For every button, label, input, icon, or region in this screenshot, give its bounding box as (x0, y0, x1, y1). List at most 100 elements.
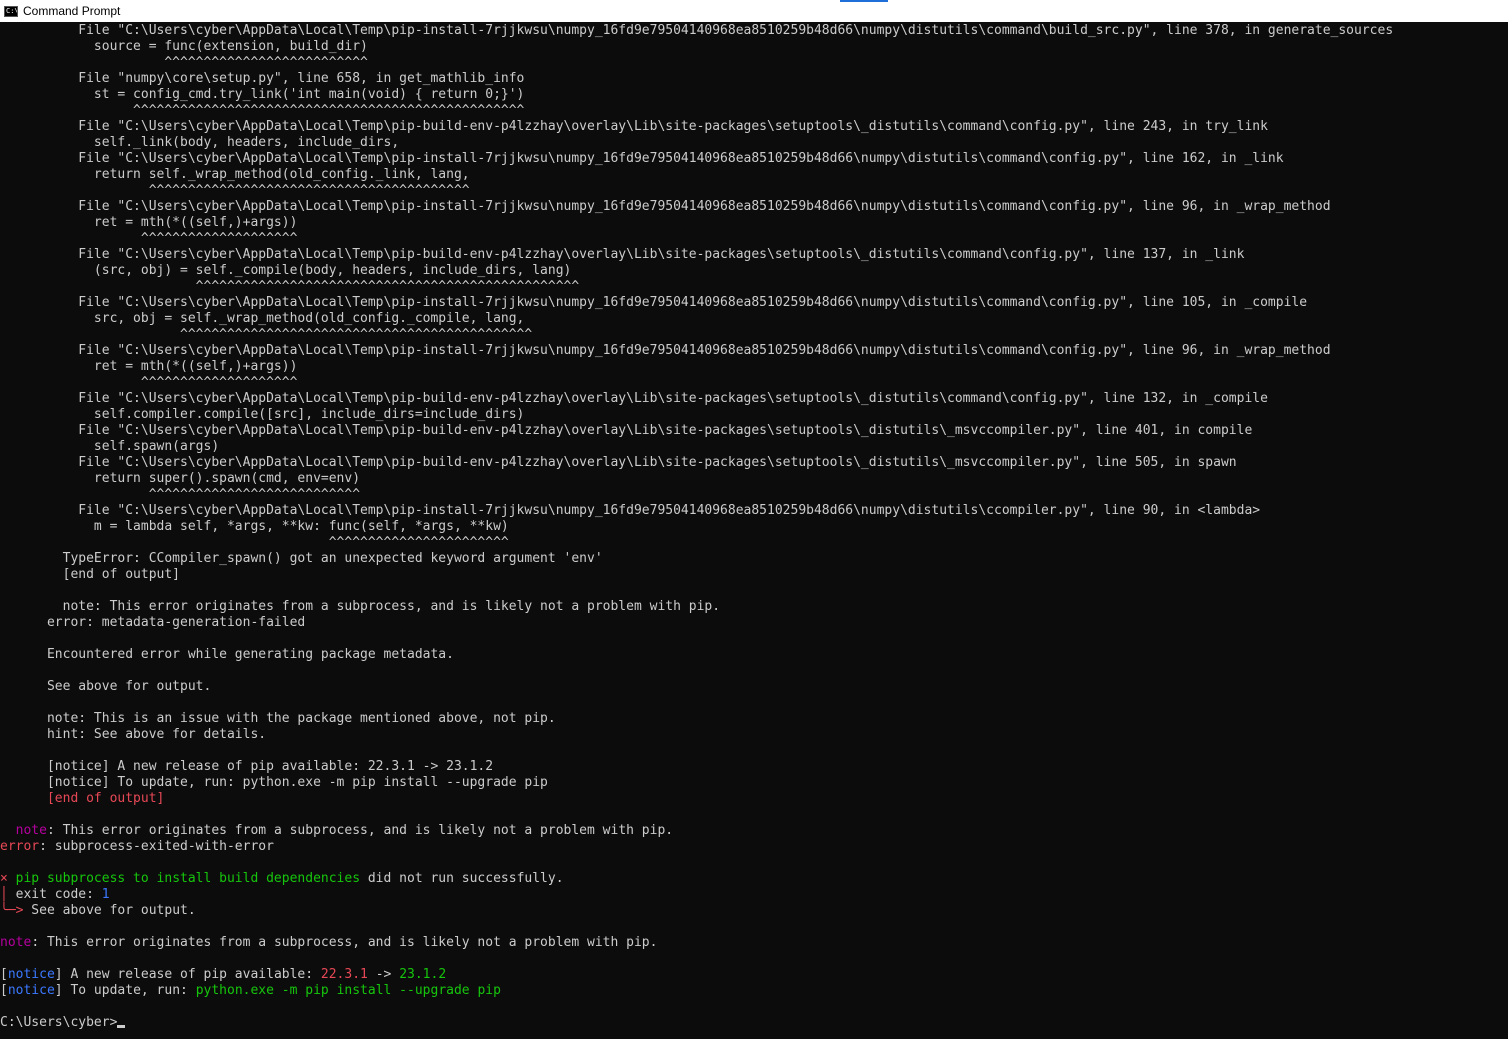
console-text: exit code: (7, 887, 102, 902)
console-text: error: metadata-generation-failed (0, 615, 306, 630)
console-line: File "C:\Users\cyber\AppData\Local\Temp\… (0, 455, 1508, 471)
console-line: ^^^^^^^^^^^^^^^^^^^^^^^^^^^^^^^^^^^^^^^^… (0, 327, 1508, 343)
console-line: src, obj = self._wrap_method(old_config.… (0, 311, 1508, 327)
console-line: File "C:\Users\cyber\AppData\Local\Temp\… (0, 391, 1508, 407)
console-line: ret = mth(*((self,)+args)) (0, 359, 1508, 375)
console-line: ^^^^^^^^^^^^^^^^^^^^^^^^^^^ (0, 487, 1508, 503)
console-text: notice (7, 983, 55, 998)
console-line: ^^^^^^^^^^^^^^^^^^^^ (0, 375, 1508, 391)
console-line: st = config_cmd.try_link('int main(void)… (0, 87, 1508, 103)
console-text: : subprocess-exited-with-error (39, 839, 274, 854)
console-line: self.spawn(args) (0, 439, 1508, 455)
console-line: File "C:\Users\cyber\AppData\Local\Temp\… (0, 23, 1508, 39)
console-text: st = config_cmd.try_link('int main(void)… (0, 87, 525, 102)
console-text: return self._wrap_method(old_config._lin… (0, 167, 470, 182)
console-text: note (0, 935, 32, 950)
console-text: File "C:\Users\cyber\AppData\Local\Temp\… (0, 247, 1245, 262)
console-text: [notice] To update, run: python.exe -m p… (0, 775, 548, 790)
console-text: │ (0, 887, 8, 902)
title-bar[interactable]: C:\ Command Prompt (0, 0, 1508, 22)
console-line: (src, obj) = self._compile(body, headers… (0, 263, 1508, 279)
console-line: note: This is an issue with the package … (0, 711, 1508, 727)
console-text: ^^^^^^^^^^^^^^^^^^^^ (0, 231, 298, 246)
console-text: File "C:\Users\cyber\AppData\Local\Temp\… (0, 199, 1331, 214)
console-text: File "C:\Users\cyber\AppData\Local\Temp\… (0, 343, 1331, 358)
console-line: ^^^^^^^^^^^^^^^^^^^^^^^^^^^^^^^^^^^^^^^^… (0, 103, 1508, 119)
console-line: error: metadata-generation-failed (0, 615, 1508, 631)
scrollbar-thumb[interactable] (840, 0, 888, 2)
console-line: Encountered error while generating packa… (0, 647, 1508, 663)
console-line: return super().spawn(cmd, env=env) (0, 471, 1508, 487)
console-text: See above for output. (23, 903, 196, 918)
console-line: note: This error originates from a subpr… (0, 823, 1508, 839)
console-text: : This error originates from a subproces… (31, 935, 658, 950)
console-text: self.compiler.compile([src], include_dir… (0, 407, 525, 422)
console-line: × pip subprocess to install build depend… (0, 871, 1508, 887)
console-text: File "C:\Users\cyber\AppData\Local\Temp\… (0, 423, 1253, 438)
console-line: File "C:\Users\cyber\AppData\Local\Temp\… (0, 295, 1508, 311)
cmd-icon: C:\ (4, 5, 18, 17)
console-line: File "C:\Users\cyber\AppData\Local\Temp\… (0, 503, 1508, 519)
console-text: File "C:\Users\cyber\AppData\Local\Temp\… (0, 503, 1261, 518)
console-output[interactable]: File "C:\Users\cyber\AppData\Local\Temp\… (0, 23, 1508, 1039)
console-line: self._link(body, headers, include_dirs, (0, 135, 1508, 151)
console-text: Encountered error while generating packa… (0, 647, 454, 662)
console-line: return self._wrap_method(old_config._lin… (0, 167, 1508, 183)
console-line: File "C:\Users\cyber\AppData\Local\Temp\… (0, 247, 1508, 263)
console-line: ^^^^^^^^^^^^^^^^^^^^^^^^^^^^^^^^^^^^^^^^… (0, 279, 1508, 295)
window-title: Command Prompt (23, 4, 121, 18)
console-text: pip subprocess to install build dependen… (15, 871, 361, 886)
console-text: note: This is an issue with the package … (0, 711, 556, 726)
console-line: [end of output] (0, 567, 1508, 583)
console-text: [ (0, 983, 8, 998)
console-text: self.spawn(args) (0, 439, 220, 454)
console-line: File "C:\Users\cyber\AppData\Local\Temp\… (0, 199, 1508, 215)
console-text: 1 (101, 887, 110, 902)
prompt-line: C:\Users\cyber> (0, 1015, 1508, 1031)
text-cursor (117, 1025, 126, 1028)
console-text: m = lambda self, *args, **kw: func(self,… (0, 519, 509, 534)
console-line: self.compiler.compile([src], include_dir… (0, 407, 1508, 423)
console-text: [ (0, 967, 8, 982)
console-text: ^^^^^^^^^^^^^^^^^^^^^^^^^^^^^^^^^^^^^^^^… (0, 327, 533, 342)
console-line: hint: See above for details. (0, 727, 1508, 743)
console-text: 23.1.2 (399, 967, 447, 982)
console-line: [end of output] (0, 791, 1508, 807)
console-text: [end of output] (0, 791, 165, 806)
console-text: TypeError: CCompiler_spawn() got an unex… (0, 551, 603, 566)
console-text: self._link(body, headers, include_dirs, (0, 135, 400, 150)
console-line: File "C:\Users\cyber\AppData\Local\Temp\… (0, 423, 1508, 439)
console-line: │ exit code: 1 (0, 887, 1508, 903)
console-text: [end of output] (0, 567, 181, 582)
console-line: ^^^^^^^^^^^^^^^^^^^^ (0, 231, 1508, 247)
console-text: source = func(extension, build_dir) (0, 39, 368, 54)
console-line: [notice] To update, run: python.exe -m p… (0, 983, 1508, 999)
console-text: note: This error originates from a subpr… (0, 599, 721, 614)
console-text: File "C:\Users\cyber\AppData\Local\Temp\… (0, 455, 1237, 470)
console-text: File "C:\Users\cyber\AppData\Local\Temp\… (0, 151, 1284, 166)
console-line: [notice] A new release of pip available:… (0, 759, 1508, 775)
console-text: ^^^^^^^^^^^^^^^^^^^^^^^^^^^ (0, 487, 361, 502)
console-line: source = func(extension, build_dir) (0, 39, 1508, 55)
console-text: hint: See above for details. (0, 727, 267, 742)
console-line: ^^^^^^^^^^^^^^^^^^^^^^^ (0, 535, 1508, 551)
console-line: TypeError: CCompiler_spawn() got an unex… (0, 551, 1508, 567)
console-text: 22.3.1 (320, 967, 368, 982)
console-text: src, obj = self._wrap_method(old_config.… (0, 311, 525, 326)
console-text: File "C:\Users\cyber\AppData\Local\Temp\… (0, 295, 1308, 310)
console-line: [notice] To update, run: python.exe -m p… (0, 775, 1508, 791)
console-line: File "C:\Users\cyber\AppData\Local\Temp\… (0, 119, 1508, 135)
console-text: ] To update, run: (54, 983, 196, 998)
console-text: notice (7, 967, 55, 982)
console-text: python.exe -m pip install --upgrade pip (195, 983, 501, 998)
console-text: ] A new release of pip available: (54, 967, 321, 982)
console-text: ret = mth(*((self,)+args)) (0, 359, 298, 374)
console-line: note: This error originates from a subpr… (0, 935, 1508, 951)
